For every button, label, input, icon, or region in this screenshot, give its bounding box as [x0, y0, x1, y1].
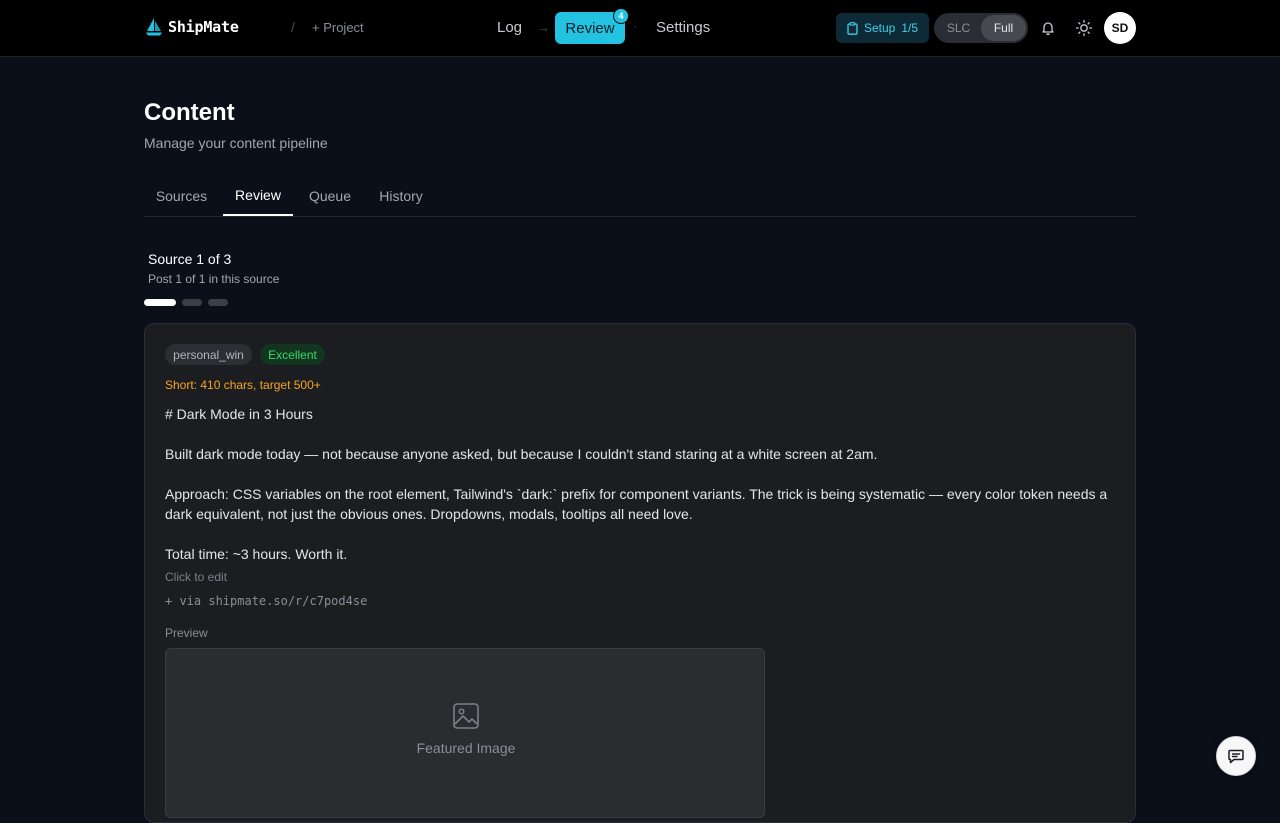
sailboat-icon [146, 18, 162, 36]
mode-option-slc[interactable]: SLC [936, 15, 981, 41]
quality-badge: Excellent [260, 344, 325, 365]
post-counter: Post 1 of 1 in this source [148, 272, 280, 286]
notifications-button[interactable] [1038, 18, 1058, 38]
top-navbar: ShipMate / + Project Log → Review 4 · Se… [0, 0, 1280, 57]
theme-toggle-button[interactable] [1074, 18, 1094, 38]
clipboard-icon [847, 21, 858, 35]
featured-image-placeholder[interactable]: Featured Image [165, 648, 765, 818]
mode-option-full[interactable]: Full [981, 15, 1026, 41]
nav-arrow: → [536, 19, 550, 35]
nav-dot-separator: · [633, 19, 637, 33]
breadcrumb-separator: / [291, 19, 295, 35]
setup-button[interactable]: Setup 1/5 [836, 13, 929, 43]
post-card: personal_win Excellent Short: 410 chars,… [144, 323, 1136, 823]
page-subtitle: Manage your content pipeline [144, 135, 328, 151]
page-title: Content [144, 99, 235, 126]
post-paragraph: Approach: CSS variables on the root elem… [165, 486, 1108, 522]
brand-name: ShipMate [168, 18, 239, 36]
referral-link: + via shipmate.so/r/c7pod4se [165, 594, 368, 608]
avatar[interactable]: SD [1104, 12, 1136, 44]
bell-icon [1042, 22, 1054, 36]
source-dot-1[interactable] [144, 299, 176, 306]
category-tag: personal_win [165, 344, 252, 365]
post-body-editor[interactable]: # Dark Mode in 3 Hours Built dark mode t… [165, 404, 1117, 564]
image-icon [453, 703, 479, 729]
featured-image-caption: Featured Image [416, 740, 516, 756]
brand[interactable]: ShipMate [144, 16, 239, 38]
sun-icon [1075, 19, 1093, 37]
add-project-button[interactable]: + Project [312, 20, 364, 35]
mode-toggle: SLC Full [934, 13, 1028, 43]
source-dot-2[interactable] [182, 299, 202, 306]
setup-progress: 1/5 [901, 21, 919, 35]
tab-history[interactable]: History [367, 176, 435, 216]
tab-review[interactable]: Review [223, 176, 293, 216]
chat-button[interactable] [1216, 736, 1256, 776]
tab-sources[interactable]: Sources [144, 176, 219, 216]
tab-queue[interactable]: Queue [297, 176, 363, 216]
content-tabs: Sources Review Queue History [144, 176, 1136, 217]
post-paragraph: Total time: ~3 hours. Worth it. [165, 546, 348, 562]
setup-label: Setup [863, 21, 896, 35]
length-warning: Short: 410 chars, target 500+ [165, 378, 321, 392]
preview-label: Preview [165, 626, 208, 640]
source-dot-3[interactable] [208, 299, 228, 306]
chat-icon [1228, 749, 1244, 764]
edit-hint: Click to edit [165, 570, 228, 584]
post-paragraph: # Dark Mode in 3 Hours [165, 406, 313, 422]
post-paragraph: Built dark mode today — not because anyo… [165, 446, 878, 462]
review-count-badge: 4 [613, 8, 629, 24]
source-counter: Source 1 of 3 [148, 251, 232, 267]
nav-log[interactable]: Log [497, 19, 522, 36]
nav-settings[interactable]: Settings [656, 19, 710, 36]
